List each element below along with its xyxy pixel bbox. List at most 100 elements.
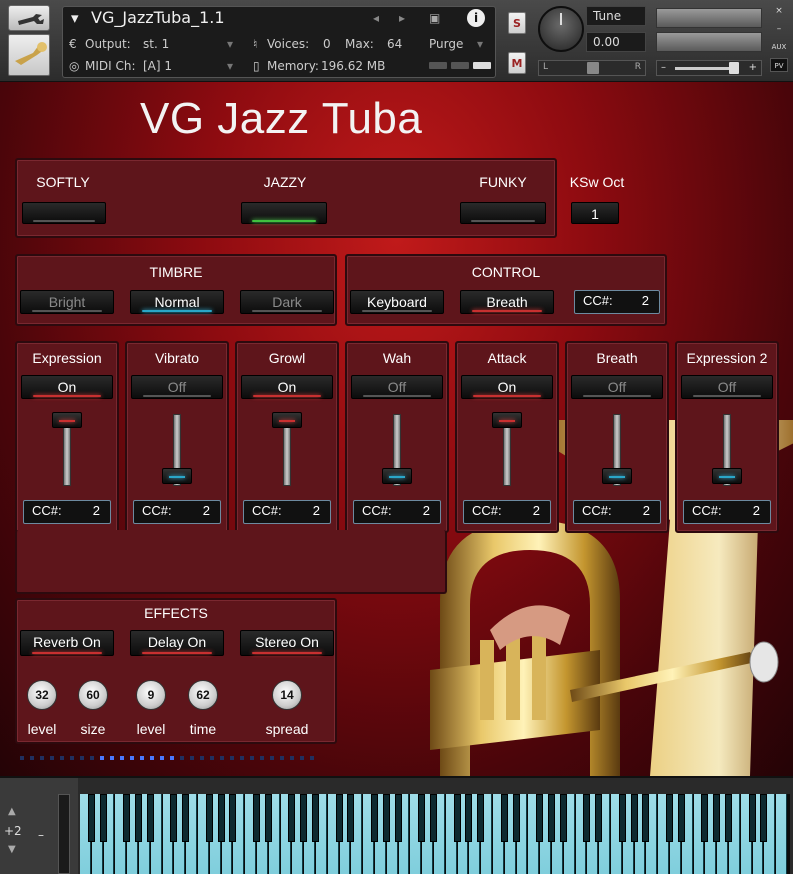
module-slider-handle[interactable] xyxy=(712,468,742,484)
stereo-on-button[interactable]: Stereo On xyxy=(240,630,334,656)
module-toggle-button[interactable]: Off xyxy=(571,375,663,399)
output-value[interactable]: st. 1 xyxy=(143,35,169,53)
black-key[interactable] xyxy=(135,794,142,842)
black-key[interactable] xyxy=(666,794,673,842)
instrument-dropdown-icon[interactable]: ▾ xyxy=(71,9,79,27)
module-toggle-button[interactable]: Off xyxy=(681,375,773,399)
tune-value[interactable]: 0.00 xyxy=(586,32,646,52)
max-voices-value[interactable]: 64 xyxy=(387,35,402,53)
black-key[interactable] xyxy=(99,794,107,842)
timbre-dark-button[interactable]: Dark xyxy=(240,290,334,314)
black-key[interactable] xyxy=(477,794,485,842)
black-key[interactable] xyxy=(713,794,721,842)
module-slider-handle[interactable] xyxy=(492,412,522,428)
tune-knob[interactable] xyxy=(538,6,584,52)
black-key[interactable] xyxy=(170,794,178,842)
delay-level-knob[interactable]: 9 xyxy=(136,680,166,710)
black-key[interactable] xyxy=(217,794,225,842)
module-slider-handle[interactable] xyxy=(382,468,412,484)
style-button-softly[interactable] xyxy=(22,202,106,224)
module-toggle-button[interactable]: Off xyxy=(351,375,443,399)
black-key[interactable] xyxy=(288,794,296,842)
module-cc-field[interactable]: CC#: 2 xyxy=(353,500,441,524)
solo-button[interactable]: S xyxy=(508,12,526,34)
black-key[interactable] xyxy=(253,794,260,842)
aux-button[interactable]: AUX xyxy=(770,40,788,54)
control-keyboard-button[interactable]: Keyboard xyxy=(350,290,444,314)
instrument-name[interactable]: VG_JazzTuba_1.1 xyxy=(91,9,225,27)
module-toggle-button[interactable]: Off xyxy=(131,375,223,399)
output-dropdown-icon[interactable]: ▾ xyxy=(227,35,233,53)
timbre-normal-button[interactable]: Normal xyxy=(130,290,224,314)
reverb-on-button[interactable]: Reverb On xyxy=(20,630,114,656)
black-key[interactable] xyxy=(512,794,520,842)
black-key[interactable] xyxy=(760,794,768,842)
octave-down-icon[interactable]: ▼ xyxy=(8,844,16,855)
black-key[interactable] xyxy=(205,794,213,842)
module-cc-field[interactable]: CC#: 2 xyxy=(683,500,771,524)
mute-button[interactable]: M xyxy=(508,52,526,74)
next-instrument-icon[interactable]: ▸ xyxy=(399,9,405,27)
black-key[interactable] xyxy=(677,794,685,842)
black-key[interactable] xyxy=(500,794,508,842)
control-cc-field[interactable]: CC#: 2 xyxy=(574,290,660,314)
black-key[interactable] xyxy=(453,794,461,842)
reverb-level-knob[interactable]: 32 xyxy=(27,680,57,710)
control-breath-button[interactable]: Breath xyxy=(460,290,554,314)
black-key[interactable] xyxy=(536,794,544,842)
close-icon[interactable]: × xyxy=(770,4,788,18)
midi-dropdown-icon[interactable]: ▾ xyxy=(227,57,233,75)
module-slider-handle[interactable] xyxy=(162,468,192,484)
black-key[interactable] xyxy=(300,794,308,842)
black-key[interactable] xyxy=(642,794,650,842)
black-key[interactable] xyxy=(229,794,237,842)
black-key[interactable] xyxy=(465,794,473,842)
module-slider-handle[interactable] xyxy=(52,412,82,428)
minimize-icon[interactable]: – xyxy=(770,22,788,36)
module-cc-field[interactable]: CC#: 2 xyxy=(573,500,661,524)
black-key[interactable] xyxy=(335,794,343,842)
wrench-icon[interactable] xyxy=(8,5,50,31)
pv-button[interactable]: PV xyxy=(770,58,788,72)
purge-dropdown-icon[interactable]: ▾ xyxy=(477,35,483,53)
mod-wheel[interactable] xyxy=(58,794,70,874)
module-cc-field[interactable]: CC#: 2 xyxy=(23,500,111,524)
black-key[interactable] xyxy=(371,794,378,842)
module-cc-field[interactable]: CC#: 2 xyxy=(133,500,221,524)
piano-keys[interactable] xyxy=(80,794,790,874)
module-toggle-button[interactable]: On xyxy=(21,375,113,399)
black-key[interactable] xyxy=(430,794,437,842)
prev-instrument-icon[interactable]: ◂ xyxy=(373,9,379,27)
midi-channel-value[interactable]: [A] 1 xyxy=(143,57,172,75)
pan-handle[interactable] xyxy=(587,62,599,74)
volume-slider[interactable]: – + xyxy=(656,60,762,76)
black-key[interactable] xyxy=(618,794,626,842)
style-button-jazzy[interactable] xyxy=(241,202,327,224)
white-key[interactable] xyxy=(776,794,787,874)
trumpet-thumbnail-icon[interactable] xyxy=(8,34,50,76)
black-key[interactable] xyxy=(394,794,402,842)
black-key[interactable] xyxy=(146,794,154,842)
black-key[interactable] xyxy=(748,794,756,842)
pan-slider[interactable]: L R xyxy=(538,60,646,76)
black-key[interactable] xyxy=(182,794,190,842)
stereo-spread-knob[interactable]: 14 xyxy=(272,680,302,710)
info-icon[interactable]: i xyxy=(467,9,485,27)
black-key[interactable] xyxy=(312,794,319,842)
module-slider-handle[interactable] xyxy=(602,468,632,484)
black-key[interactable] xyxy=(583,794,591,842)
module-toggle-button[interactable]: On xyxy=(241,375,333,399)
delay-time-knob[interactable]: 62 xyxy=(188,680,218,710)
black-key[interactable] xyxy=(382,794,390,842)
module-slider-handle[interactable] xyxy=(272,412,302,428)
black-key[interactable] xyxy=(548,794,555,842)
black-key[interactable] xyxy=(701,794,709,842)
timbre-bright-button[interactable]: Bright xyxy=(20,290,114,314)
black-key[interactable] xyxy=(264,794,272,842)
style-button-funky[interactable] xyxy=(460,202,546,224)
delay-on-button[interactable]: Delay On xyxy=(130,630,224,656)
black-key[interactable] xyxy=(559,794,567,842)
module-cc-field[interactable]: CC#: 2 xyxy=(463,500,551,524)
black-key[interactable] xyxy=(418,794,426,842)
black-key[interactable] xyxy=(630,794,638,842)
